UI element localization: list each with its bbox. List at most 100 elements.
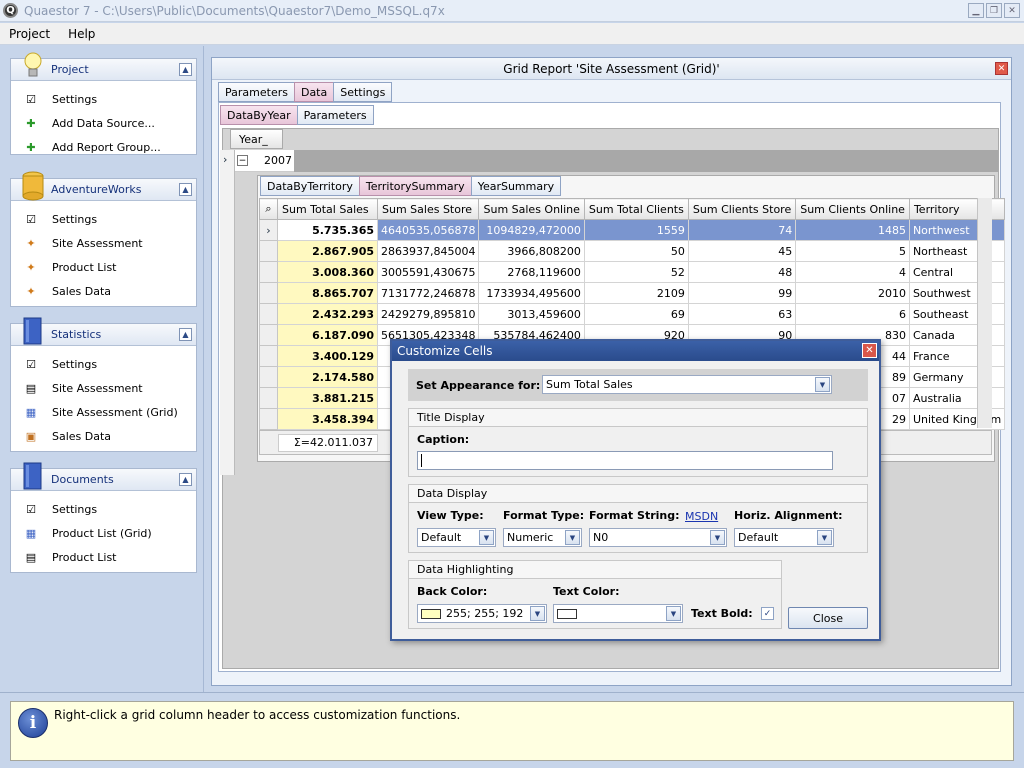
table-cell[interactable]: 1094829,472000 [478, 219, 585, 241]
nav-doc-product-list-grid[interactable]: ▦ Product List (Grid) [11, 521, 196, 545]
year-group-row[interactable]: › − 2007 [220, 150, 998, 475]
subtab-databyyear[interactable]: DataByYear [220, 105, 298, 125]
nav-doc-settings[interactable]: ☑ Settings [11, 497, 196, 521]
table-cell[interactable]: 8.865.707 [277, 282, 378, 304]
column-header-year[interactable]: Year_ [230, 129, 283, 149]
row-selector[interactable] [259, 408, 278, 430]
row-selector[interactable] [259, 303, 278, 325]
nav-aw-product-list[interactable]: ✦ Product List [11, 255, 196, 279]
column-header[interactable]: Sum Total Clients [583, 198, 689, 220]
table-cell[interactable]: 2429279,895810 [376, 303, 480, 325]
table-cell[interactable]: 2010 [795, 282, 910, 304]
table-row[interactable]: 3.008.360 3005591,430675 2768,119600 52 48 4 C… [259, 261, 1006, 283]
caption-input[interactable] [417, 451, 833, 470]
nav-stat-settings[interactable]: ☑ Settings [11, 352, 196, 376]
table-cell[interactable]: 5.735.365 [277, 219, 378, 241]
table-cell[interactable]: 3013,459600 [478, 303, 585, 325]
row-selector[interactable] [259, 261, 278, 283]
table-row[interactable]: 8.865.707 7131772,246878 1733934,495600 210… [259, 282, 1006, 304]
nav-add-report-group[interactable]: ✚ Add Report Group... [11, 135, 196, 159]
appearance-select[interactable]: Sum Total Sales ▼ [542, 375, 832, 394]
column-header[interactable]: Sum Clients Online [795, 198, 910, 220]
dialog-close-icon[interactable]: ✕ [862, 343, 877, 358]
row-selector[interactable] [259, 282, 278, 304]
format-type-select[interactable]: Numeric ▼ [503, 528, 582, 547]
text-bold-checkbox[interactable]: ✓ [761, 607, 774, 620]
nav-stat-site-assessment[interactable]: ▤ Site Assessment [11, 376, 196, 400]
group-header-project[interactable]: Project ▲ [11, 52, 196, 81]
table-cell[interactable]: 50 [583, 240, 689, 262]
table-row[interactable]: 2.867.905 2863937,845004 3966,808200 50 45 5 N… [259, 240, 1006, 262]
table-cell[interactable]: 5 [795, 240, 910, 262]
collapse-icon[interactable]: ▲ [179, 473, 192, 486]
nav-doc-product-list[interactable]: ▤ Product List [11, 545, 196, 569]
chevron-down-icon[interactable]: ▼ [815, 377, 830, 392]
msdn-link[interactable]: MSDN [685, 510, 718, 523]
table-cell[interactable]: 4640535,056878 [376, 219, 480, 241]
nav-aw-settings[interactable]: ☑ Settings [11, 207, 196, 231]
menu-project[interactable]: Project [0, 27, 59, 41]
table-cell[interactable]: 69 [583, 303, 689, 325]
chevron-down-icon[interactable]: ▼ [479, 530, 494, 545]
row-selector[interactable]: › [259, 219, 278, 241]
collapse-minus-icon[interactable]: − [237, 155, 248, 166]
group-header-adventureworks[interactable]: AdventureWorks ▲ [11, 171, 196, 201]
horiz-alignment-select[interactable]: Default ▼ [734, 528, 834, 547]
close-report-icon[interactable]: ✕ [995, 62, 1008, 75]
column-header[interactable]: Sum Sales Store [376, 198, 480, 220]
table-cell[interactable]: 3.008.360 [277, 261, 378, 283]
row-selector[interactable] [259, 345, 278, 367]
table-row[interactable]: › 5.735.365 4640535,056878 1094829,472000 15… [259, 219, 1006, 241]
close-window-button[interactable]: ✕ [1004, 3, 1020, 18]
column-header[interactable]: Sum Total Sales [277, 198, 378, 220]
nav-aw-sales-data[interactable]: ✦ Sales Data [11, 279, 196, 303]
row-selector[interactable] [259, 366, 278, 388]
subtab-parameters[interactable]: Parameters [296, 105, 374, 125]
menu-help[interactable]: Help [59, 27, 104, 41]
chevron-down-icon[interactable]: ▼ [710, 530, 725, 545]
row-selector[interactable] [259, 324, 278, 346]
table-cell[interactable]: 3.400.129 [277, 345, 378, 367]
table-cell[interactable]: 52 [583, 261, 689, 283]
tab-territorysummary[interactable]: TerritorySummary [358, 176, 472, 196]
column-header[interactable]: Sum Clients Store [687, 198, 797, 220]
table-cell[interactable]: 1559 [583, 219, 689, 241]
table-cell[interactable]: 1485 [795, 219, 910, 241]
chevron-down-icon[interactable]: ▼ [565, 530, 580, 545]
collapse-icon[interactable]: ▲ [179, 63, 192, 76]
table-cell[interactable]: 45 [687, 240, 797, 262]
view-type-select[interactable]: Default ▼ [417, 528, 496, 547]
row-selector[interactable] [259, 240, 278, 262]
table-cell[interactable]: 4 [795, 261, 910, 283]
table-cell[interactable]: 7131772,246878 [376, 282, 480, 304]
table-cell[interactable]: 2.174.580 [277, 366, 378, 388]
search-icon[interactable]: ⌕ [259, 198, 278, 220]
group-header-statistics[interactable]: Statistics ▲ [11, 317, 196, 346]
table-row[interactable]: 2.432.293 2429279,895810 3013,459600 69 63 6 S… [259, 303, 1006, 325]
tab-yearsummary[interactable]: YearSummary [470, 176, 562, 196]
chevron-down-icon[interactable]: ▼ [666, 606, 681, 621]
table-cell[interactable]: 3005591,430675 [376, 261, 480, 283]
tab-parameters[interactable]: Parameters [218, 82, 295, 102]
nav-stat-site-assessment-grid[interactable]: ▦ Site Assessment (Grid) [11, 400, 196, 424]
tab-data[interactable]: Data [293, 82, 335, 102]
row-selector[interactable] [259, 387, 278, 409]
table-cell[interactable]: 6 [795, 303, 910, 325]
chevron-down-icon[interactable]: ▼ [817, 530, 832, 545]
pane-splitter[interactable] [203, 46, 209, 692]
table-cell[interactable]: 63 [687, 303, 797, 325]
group-header-documents[interactable]: Documents ▲ [11, 462, 196, 491]
text-color-select[interactable]: ▼ [553, 604, 683, 623]
nav-add-data-source[interactable]: ✚ Add Data Source... [11, 111, 196, 135]
table-cell[interactable]: 1733934,495600 [478, 282, 585, 304]
nav-stat-sales-data[interactable]: ▣ Sales Data [11, 424, 196, 448]
close-button[interactable]: Close [788, 607, 868, 629]
table-cell[interactable]: 3966,808200 [478, 240, 585, 262]
minimize-button[interactable]: ▁ [968, 3, 984, 18]
tab-settings[interactable]: Settings [333, 82, 393, 102]
format-string-select[interactable]: N0 ▼ [589, 528, 727, 547]
table-cell[interactable]: 2.432.293 [277, 303, 378, 325]
grid-vertical-scrollbar[interactable] [977, 198, 992, 428]
table-cell[interactable]: 2863937,845004 [376, 240, 480, 262]
table-cell[interactable]: 6.187.090 [277, 324, 378, 346]
